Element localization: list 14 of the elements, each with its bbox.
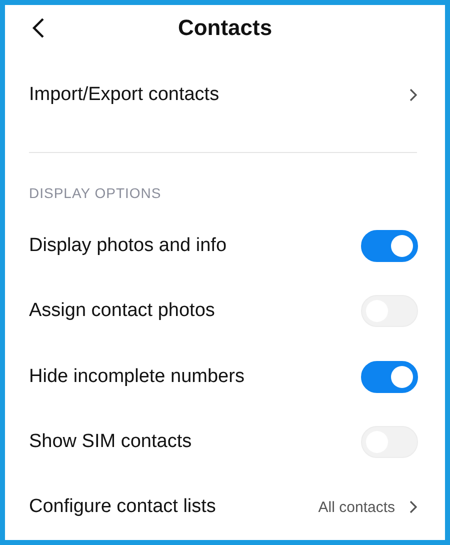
toggle-switch[interactable] [361,230,418,262]
setting-label: Assign contact photos [29,300,215,322]
import-export-item[interactable]: Import/Export contacts [29,84,220,106]
setting-value: All contacts [318,498,395,516]
page-title: Contacts [178,14,272,41]
setting-label: Hide incomplete numbers [29,366,244,388]
chevron-right-icon [409,88,418,102]
back-icon[interactable] [31,17,45,39]
toggle-switch[interactable] [361,360,418,393]
setting-label: Display photos and info [29,234,227,257]
section-header: DISPLAY OPTIONS [28,184,162,204]
setting-label[interactable]: Configure contact lists [29,496,216,518]
setting-label: Show SIM contacts [29,430,192,453]
chevron-right-icon [409,500,418,514]
